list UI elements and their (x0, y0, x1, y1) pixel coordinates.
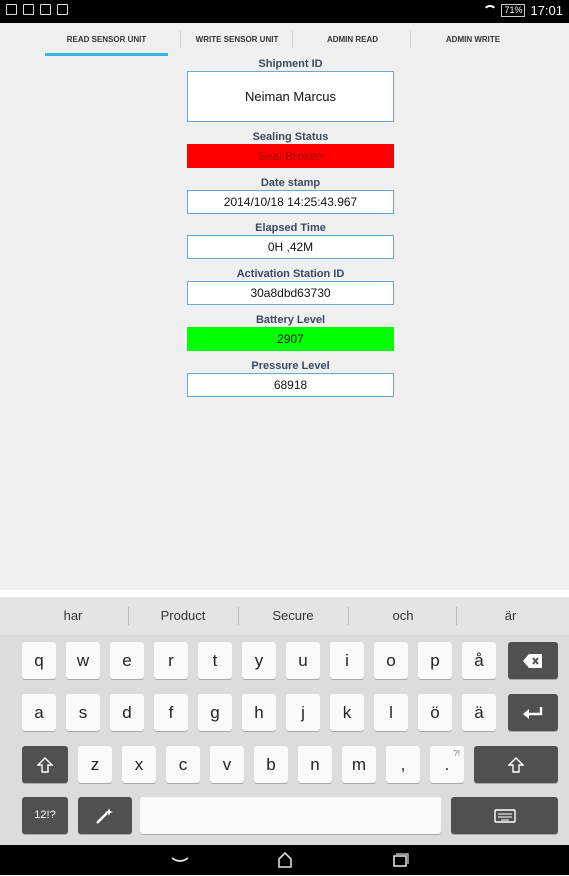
key-c[interactable]: c (166, 746, 200, 783)
notification-icons (6, 4, 68, 15)
suggestion-item[interactable]: Secure (238, 597, 348, 635)
clock: 17:01 (530, 3, 563, 18)
key-h[interactable]: h (242, 694, 276, 731)
backspace-icon (523, 654, 542, 668)
tab-write-sensor-unit[interactable]: WRITE SENSOR UNIT (182, 23, 292, 56)
elapsed-time-field[interactable]: 0H ,42M (187, 235, 394, 259)
sealing-status-label: Sealing Status (252, 131, 329, 143)
recent-apps-icon[interactable] (390, 850, 410, 870)
tab-divider (180, 31, 181, 48)
key-y[interactable]: y (242, 642, 276, 679)
date-stamp-field[interactable]: 2014/10/18 14:25:43.967 (187, 190, 394, 214)
key-u[interactable]: u (286, 642, 320, 679)
keyboard-suggestion-bar: har Product Secure och är (0, 597, 569, 636)
key-a-umlaut[interactable]: ä (462, 694, 496, 731)
key-q[interactable]: q (22, 642, 56, 679)
back-icon[interactable] (170, 850, 190, 870)
key-f[interactable]: f (154, 694, 188, 731)
shipment-id-field[interactable]: Neiman Marcus (187, 71, 394, 122)
activation-station-id-field[interactable]: 30a8dbd63730 (187, 281, 394, 305)
key-d[interactable]: d (110, 694, 144, 731)
status-indicators: 71% 17:01 (482, 3, 563, 18)
key-o[interactable]: o (374, 642, 408, 679)
shift-icon (36, 757, 54, 773)
tab-bar: READ SENSOR UNIT WRITE SENSOR UNIT ADMIN… (0, 23, 569, 57)
suggestion-item[interactable]: Product (128, 597, 238, 635)
key-s[interactable]: s (66, 694, 100, 731)
key-g[interactable]: g (198, 694, 232, 731)
key-t[interactable]: t (198, 642, 232, 679)
spacebar[interactable] (140, 797, 441, 834)
suggestion-item[interactable]: och (348, 597, 458, 635)
battery-indicator: 71% (501, 4, 526, 17)
key-comma[interactable]: , (386, 746, 420, 783)
notification-icon (6, 4, 17, 15)
key-m[interactable]: m (342, 746, 376, 783)
key-j[interactable]: j (286, 694, 320, 731)
key-i[interactable]: i (330, 642, 364, 679)
pressure-level-field[interactable]: 68918 (187, 373, 394, 397)
shift-key-right[interactable] (474, 746, 558, 783)
key-l[interactable]: l (374, 694, 408, 731)
magic-wand-key[interactable] (78, 797, 132, 834)
suggestion-item[interactable]: är (458, 597, 563, 635)
usb-icon (23, 4, 34, 15)
key-p[interactable]: p (418, 642, 452, 679)
status-bar: 71% 17:01 (0, 0, 569, 23)
shift-icon (507, 757, 525, 773)
suggestion-divider (456, 607, 457, 625)
shipment-id-label: Shipment ID (258, 58, 323, 70)
tab-divider (292, 31, 293, 48)
key-w[interactable]: w (66, 642, 100, 679)
key-period-label: . (444, 755, 450, 774)
key-e[interactable]: e (110, 642, 144, 679)
sensor-details-panel: Shipment ID Neiman Marcus Sealing Status… (0, 56, 569, 590)
debug-icon (40, 4, 51, 15)
battery-level-label: Battery Level (255, 314, 326, 326)
battery-level-indicator: 2907 (187, 327, 394, 351)
key-z[interactable]: z (78, 746, 112, 783)
backspace-key[interactable] (508, 642, 558, 679)
magic-wand-icon (96, 808, 113, 824)
key-period-hint: ?! (453, 749, 460, 758)
elapsed-time-label: Elapsed Time (255, 222, 326, 234)
enter-icon (523, 707, 543, 719)
key-period[interactable]: . ?! (430, 746, 464, 783)
suggestion-item[interactable]: har (18, 597, 128, 635)
shift-key-left[interactable] (22, 746, 68, 783)
enter-key[interactable] (508, 694, 558, 731)
date-stamp-label: Date stamp (260, 177, 321, 189)
key-x[interactable]: x (122, 746, 156, 783)
pressure-level-label: Pressure Level (251, 360, 330, 372)
hide-keyboard-key[interactable] (451, 797, 558, 834)
keyboard: q w e r t y u i o p å a s d f g h j k l … (0, 635, 569, 845)
symbols-key[interactable]: 12!? (22, 797, 68, 834)
key-k[interactable]: k (330, 694, 364, 731)
activation-station-id-label: Activation Station ID (236, 268, 345, 280)
sealing-status-indicator: Seal Broken (187, 144, 394, 168)
navigation-bar (0, 845, 569, 875)
key-v[interactable]: v (210, 746, 244, 783)
key-a-ring[interactable]: å (462, 642, 496, 679)
tab-divider (410, 31, 411, 48)
tab-admin-write[interactable]: ADMIN WRITE (412, 23, 534, 56)
key-r[interactable]: r (154, 642, 188, 679)
download-icon (57, 4, 68, 15)
key-n[interactable]: n (298, 746, 332, 783)
key-a[interactable]: a (22, 694, 56, 731)
tab-admin-read[interactable]: ADMIN READ (295, 23, 410, 56)
keyboard-icon (493, 809, 516, 823)
home-icon[interactable] (275, 850, 295, 870)
tab-read-sensor-unit[interactable]: READ SENSOR UNIT (45, 23, 168, 56)
key-b[interactable]: b (254, 746, 288, 783)
key-o-umlaut[interactable]: ö (418, 694, 452, 731)
wifi-icon (482, 5, 498, 16)
